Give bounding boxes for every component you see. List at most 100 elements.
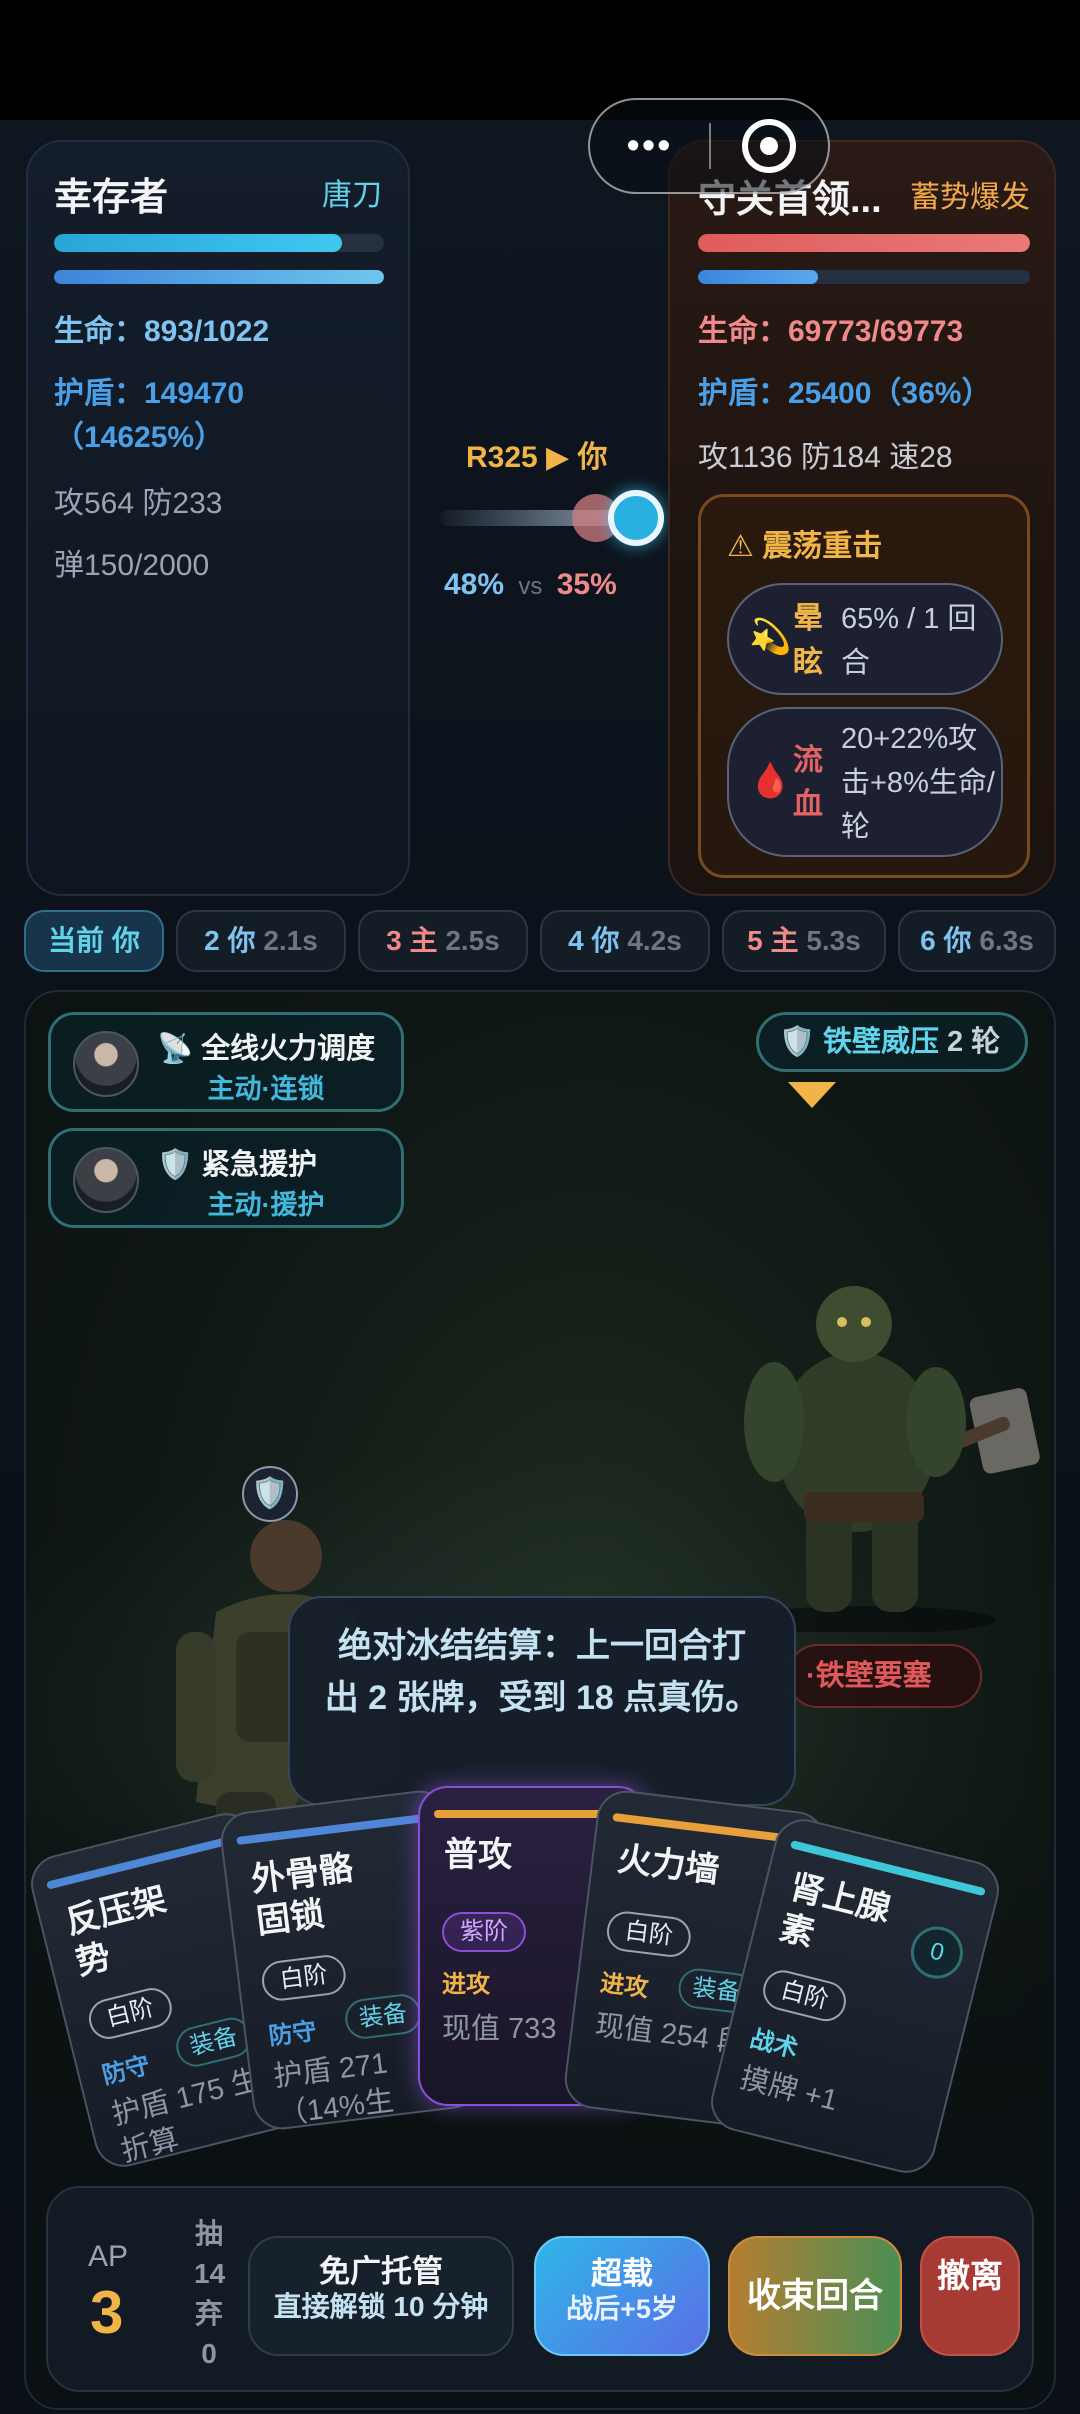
button-subtitle: 直接解锁 10 分钟 xyxy=(273,2291,489,2322)
card-rarity: 白阶 xyxy=(604,1909,693,1960)
enemy-buff-iron-wall[interactable]: 🛡️ 铁壁威压 2 轮 xyxy=(756,1012,1028,1072)
timeline-time: 2.1s xyxy=(263,925,318,956)
card-title: 火力墙 xyxy=(615,1839,722,1891)
target-marker-icon xyxy=(788,1082,836,1108)
timeline-label: 5 主 xyxy=(747,925,799,956)
card-type: 防守 xyxy=(267,2017,319,2051)
timeline-time: 5.3s xyxy=(806,925,861,956)
round-indicator: R325 ▶ 你 xyxy=(466,441,608,474)
button-subtitle: 战后+5岁 xyxy=(566,2294,678,2324)
player-hp-bar xyxy=(54,234,384,252)
player-speed-pct: 48% xyxy=(444,568,505,601)
timeline-time: 4.2s xyxy=(627,925,682,956)
enemy-hp-bar xyxy=(698,234,1030,252)
enemy-shield-bar xyxy=(698,270,1030,284)
status-stun-desc: 65% / 1 回合 xyxy=(841,603,977,679)
player-shield-fill xyxy=(54,270,384,284)
status-bar-area xyxy=(0,0,1080,120)
card-accent xyxy=(236,1812,436,1846)
buff-name: 铁壁威压 xyxy=(823,1026,940,1058)
card-title: 普攻 xyxy=(444,1836,512,1874)
enemy-trait-tag[interactable]: ·铁壁要塞 xyxy=(786,1644,982,1708)
player-hp-fill xyxy=(54,234,343,252)
timeline-slot-6[interactable]: 6 你 6.3s xyxy=(898,910,1056,972)
card-type: 防守 xyxy=(99,2051,153,2090)
warning-title: ⚠ 震荡重击 xyxy=(727,530,883,563)
discard-count: 0 xyxy=(201,2338,217,2369)
enemy-panel: 守关首领... 蓄势爆发 生命：69773/69773 护盾：25400（36%… xyxy=(668,140,1056,896)
skill-type: 主动·连锁 xyxy=(207,1074,325,1104)
enemy-ogre-sprite[interactable] xyxy=(686,1272,1046,1632)
timeline-current[interactable]: 当前 你 xyxy=(24,910,164,972)
enemy-shield-fill xyxy=(698,270,818,284)
card-rarity: 紫阶 xyxy=(442,1912,526,1952)
close-miniprogram-button[interactable] xyxy=(711,119,828,173)
retreat-button[interactable]: 撤离 xyxy=(920,2236,1020,2356)
card-type: 战术 xyxy=(747,2025,801,2064)
player-weapon[interactable]: 唐刀 xyxy=(322,170,382,214)
dizzy-icon: 💫 xyxy=(749,618,792,656)
card-title: 外骨骼固锁 xyxy=(249,1849,356,1942)
status-bleed-name: 流血 xyxy=(793,744,823,821)
timeline-slot-4[interactable]: 4 你 4.2s xyxy=(540,910,710,972)
button-title: 免广托管 xyxy=(319,2254,443,2289)
timeline-label: 3 主 xyxy=(386,925,438,956)
end-turn-button[interactable]: 收束回合 xyxy=(728,2236,902,2356)
button-title: 超载 xyxy=(591,2256,653,2291)
status-bleed-desc: 20+22%攻击+8%生命/轮 xyxy=(841,723,995,843)
deck-counts: 抽 14 弃 0 xyxy=(194,2214,226,2374)
player-attack-defense: 攻564 防233 xyxy=(54,487,223,520)
card-type: 进攻 xyxy=(598,1969,650,2003)
enemy-hp-fill xyxy=(698,234,1030,252)
player-shield-bar xyxy=(54,270,384,284)
timeline-slot-3[interactable]: 3 主 2.5s xyxy=(358,910,528,972)
card-subtype: 装备 xyxy=(342,1992,424,2041)
shield-icon: 🛡️ xyxy=(779,1026,816,1058)
timeline-label: 6 你 xyxy=(920,925,972,956)
ad-free-auto-button[interactable]: 免广托管 直接解锁 10 分钟 xyxy=(248,2236,514,2356)
speed-comparison: 48% vs 35% xyxy=(444,568,617,602)
target-close-icon xyxy=(742,119,797,173)
discard-label: 弃 xyxy=(194,2298,223,2329)
ap-label: AP xyxy=(88,2240,129,2273)
timeline-slot-5[interactable]: 5 主 5.3s xyxy=(722,910,886,972)
draw-label: 抽 xyxy=(194,2218,223,2249)
card-rarity: 白阶 xyxy=(84,1983,176,2044)
skill-full-line-fire[interactable]: 📡 全线火力调度 主动·连锁 xyxy=(48,1012,404,1112)
card-type: 进攻 xyxy=(442,1971,490,1998)
timeline-label: 2 你 xyxy=(204,925,256,956)
player-shield-percent: （14625%） xyxy=(54,421,225,454)
card-desc: 摸牌 +1 xyxy=(736,2062,841,2118)
skill-name: 📡 全线火力调度 xyxy=(157,1033,376,1065)
status-bleed[interactable]: 🩸 流血 20+22%攻击+8%生命/轮 xyxy=(727,707,1003,857)
settlement-tooltip: 绝对冰结结算：上一回合打出 2 张牌，受到 18 点真伤。 xyxy=(288,1596,796,1806)
enemy-shield-text: 护盾：25400（36%） xyxy=(698,377,992,410)
shield-icon: 🛡️ xyxy=(242,1466,298,1522)
blood-drop-icon: 🩸 xyxy=(749,762,792,800)
skill-type: 主动·援护 xyxy=(207,1190,325,1220)
player-ammo: 弹150/2000 xyxy=(54,549,210,582)
timeline-time: 2.5s xyxy=(445,925,500,956)
player-hp-text: 生命：893/1022 xyxy=(54,315,270,348)
overload-button[interactable]: 超载 战后+5岁 xyxy=(534,2236,710,2356)
status-stun[interactable]: 💫 晕眩 65% / 1 回合 xyxy=(727,583,1003,695)
radar-icon: 📡 xyxy=(157,1033,194,1065)
player-shield-text: 护盾：149470 xyxy=(54,377,245,410)
turn-order-timeline: 当前 你 2 你 2.1s 3 主 2.5s 4 你 4.2s 5 主 5.3s… xyxy=(24,910,1056,972)
more-menu-button[interactable]: ••• xyxy=(590,125,709,168)
timeline-slot-2[interactable]: 2 你 2.1s xyxy=(176,910,346,972)
player-panel: 幸存者 唐刀 生命：893/1022 护盾：149470 （14625%） 攻5… xyxy=(26,140,410,896)
card-rarity: 白阶 xyxy=(259,1952,348,2003)
skill-emergency-cover[interactable]: 🛡️ 紧急援护 主动·援护 xyxy=(48,1128,404,1228)
card-title: 肾上腺素 xyxy=(775,1867,895,1954)
enemy-stats: 攻1136 防184 速28 xyxy=(698,441,953,474)
enemy-skill-warning: ⚠ 震荡重击 💫 晕眩 65% / 1 回合 🩸 流血 20+22%攻击+8%生… xyxy=(698,494,1030,878)
ap-value: 3 xyxy=(90,2279,124,2346)
card-title: 反压架势 xyxy=(62,1880,171,1983)
enemy-speed-pct: 35% xyxy=(556,568,617,601)
draw-count: 14 xyxy=(194,2258,226,2289)
card-rarity: 白阶 xyxy=(758,1966,851,2026)
skill-name: 🛡️ 紧急援护 xyxy=(157,1149,318,1181)
timeline-label: 4 你 xyxy=(568,925,620,956)
player-speed-marker xyxy=(608,490,664,546)
